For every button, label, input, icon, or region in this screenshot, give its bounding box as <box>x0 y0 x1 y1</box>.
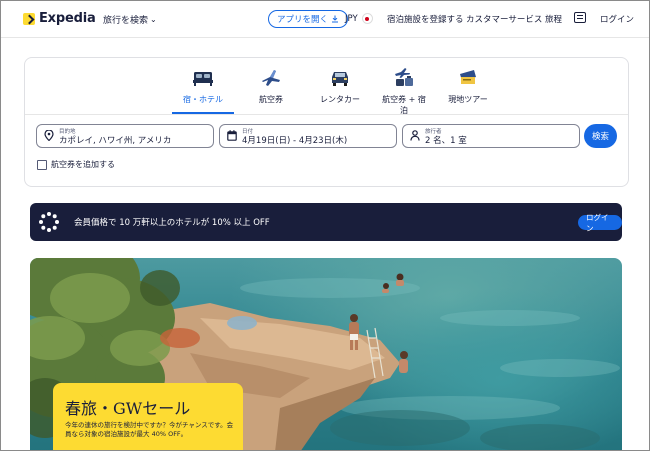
location-pin-icon <box>44 130 54 141</box>
travelers-field[interactable]: 旅行者 2 名、1 室 <box>402 124 580 148</box>
currency-selector[interactable]: JPY <box>345 13 373 24</box>
tab-packages-label: 航空券 + 宿泊 <box>382 95 426 115</box>
ticket-icon <box>460 70 476 84</box>
member-banner: 会員価格で 10 万軒以上のホテルが 10% 以上 OFF ログイン <box>30 203 622 241</box>
message-icon[interactable] <box>574 12 586 23</box>
destination-value: カポレイ, ハワイ州, アメリカ <box>59 136 172 146</box>
site-header: Expedia 旅行を検索 ⌄ アプリを開く JPY 宿泊施設を登録する カスタ… <box>1 1 649 38</box>
airplane-icon <box>262 70 280 86</box>
chevron-down-icon: ⌄ <box>150 15 157 24</box>
tab-cars-label: レンタカー <box>320 95 360 104</box>
open-app-label: アプリを開く <box>277 15 329 25</box>
bed-icon <box>193 72 213 86</box>
tab-flights[interactable]: 航空券 <box>251 68 291 105</box>
customer-service-link[interactable]: カスタマーサービス <box>466 13 542 25</box>
dates-field[interactable]: 日付 4月19日(日) - 4月23日(木) <box>219 124 397 148</box>
tab-cars[interactable]: レンタカー <box>314 68 366 105</box>
sale-card[interactable]: 春旅・GWセール 今年の連休の旅行を検討中ですか？今がチャンスです。会員なら対象… <box>53 383 243 450</box>
tab-stays[interactable]: 宿・ホテル <box>172 68 234 114</box>
banner-login-button[interactable]: ログイン <box>578 213 622 233</box>
add-flight-label: 航空券を追加する <box>51 160 115 169</box>
tab-flights-label: 航空券 <box>259 95 283 104</box>
sale-title: 春旅・GWセール <box>65 399 191 418</box>
dates-value: 4月19日(日) - 4月23日(木) <box>242 136 348 146</box>
browser-viewport: Expedia 旅行を検索 ⌄ アプリを開く JPY 宿泊施設を登録する カスタ… <box>0 0 650 451</box>
expedia-logo-icon <box>23 12 35 25</box>
tab-stays-label: 宿・ホテル <box>183 95 223 104</box>
add-flight-option[interactable]: 航空券を追加する <box>37 159 115 170</box>
list-property-link[interactable]: 宿泊施設を登録する <box>387 13 464 25</box>
member-badge-icon <box>39 212 59 232</box>
download-icon <box>332 15 339 23</box>
person-icon <box>410 130 420 141</box>
destination-field[interactable]: 目的地 カポレイ, ハワイ州, アメリカ <box>36 124 214 148</box>
search-button[interactable]: 検索 <box>584 124 617 148</box>
trips-link[interactable]: 旅程 <box>545 13 562 25</box>
product-tabs: 宿・ホテル 航空券 レンタカー 航空券 + 宿泊 現地ツアー <box>25 66 628 115</box>
logo-text: Expedia <box>39 11 96 26</box>
member-banner-text: 会員価格で 10 万軒以上のホテルが 10% 以上 OFF <box>74 218 270 228</box>
open-app-button[interactable]: アプリを開く <box>268 10 349 28</box>
currency-label: JPY <box>345 13 358 24</box>
calendar-icon <box>227 130 237 141</box>
add-flight-checkbox[interactable] <box>37 159 47 170</box>
travelers-value: 2 名、1 室 <box>425 136 467 146</box>
expedia-logo[interactable]: Expedia <box>23 11 96 26</box>
login-link[interactable]: ログイン <box>600 13 634 25</box>
package-icon <box>395 68 413 86</box>
japan-flag-icon <box>361 13 373 24</box>
explore-menu[interactable]: 旅行を検索 ⌄ <box>103 13 157 26</box>
tab-activities-label: 現地ツアー <box>448 95 488 104</box>
explore-label: 旅行を検索 <box>103 16 149 26</box>
sale-description: 今年の連休の旅行を検討中ですか？今がチャンスです。会員なら対象の宿泊施設が最大 … <box>65 421 234 438</box>
tab-packages[interactable]: 航空券 + 宿泊 <box>381 68 427 116</box>
tab-activities[interactable]: 現地ツアー <box>448 68 488 105</box>
search-form: 宿・ホテル 航空券 レンタカー 航空券 + 宿泊 現地ツアー 目的地 カポレイ,… <box>24 57 629 187</box>
car-icon <box>332 72 348 86</box>
